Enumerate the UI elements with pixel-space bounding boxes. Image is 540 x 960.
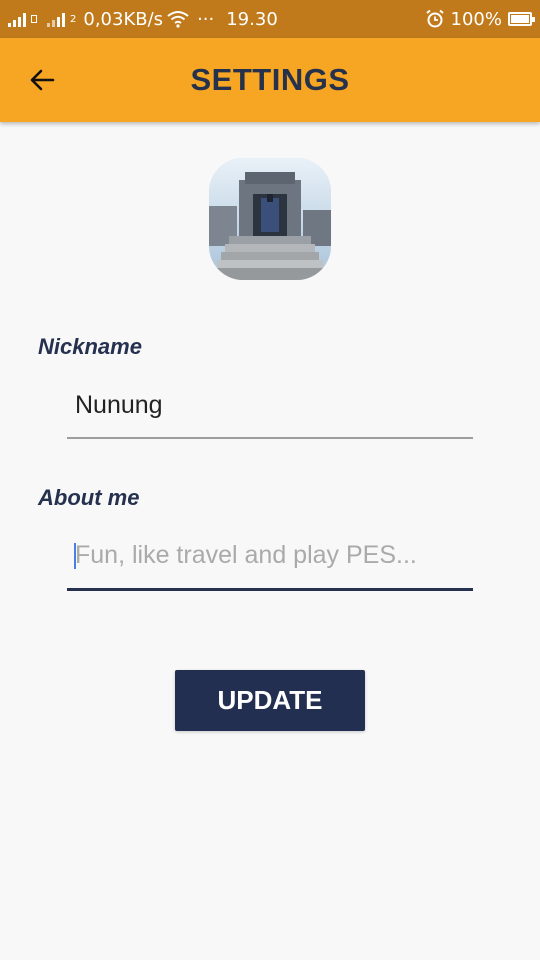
text-cursor xyxy=(74,543,76,569)
back-button[interactable] xyxy=(22,60,62,100)
sim-2-label: 2 xyxy=(70,13,77,25)
about-input[interactable] xyxy=(67,535,473,575)
wifi-icon xyxy=(167,11,189,28)
about-field[interactable] xyxy=(67,535,473,591)
nickname-underline xyxy=(67,437,473,439)
network-speed: 0,03KB/s xyxy=(83,8,164,30)
avatar[interactable] xyxy=(209,158,331,280)
sim-icon xyxy=(31,15,37,23)
more-indicator: ··· xyxy=(197,8,215,30)
signal-icon xyxy=(8,11,26,27)
update-button[interactable]: UPDATE xyxy=(175,670,365,731)
nickname-input[interactable] xyxy=(67,385,473,425)
status-right: 100% xyxy=(425,0,535,38)
battery-icon xyxy=(508,12,535,26)
app-bar: SETTINGS xyxy=(0,38,540,122)
battery-percent: 100% xyxy=(450,8,502,30)
about-underline xyxy=(67,588,473,591)
profile-photo-icon xyxy=(209,158,331,280)
alarm-icon xyxy=(425,9,444,28)
arrow-back-icon xyxy=(30,69,55,91)
status-left: 2 0,03KB/s ··· 19.30 xyxy=(8,0,278,38)
status-time: 19.30 xyxy=(226,8,278,30)
about-label: About me xyxy=(38,485,140,510)
signal-2-icon xyxy=(47,11,65,27)
status-bar: 2 0,03KB/s ··· 19.30 100% xyxy=(0,0,540,38)
nickname-label: Nickname xyxy=(38,334,142,359)
nickname-field[interactable] xyxy=(67,385,473,439)
page-title: SETTINGS xyxy=(190,62,350,97)
battery-fill xyxy=(511,15,529,23)
